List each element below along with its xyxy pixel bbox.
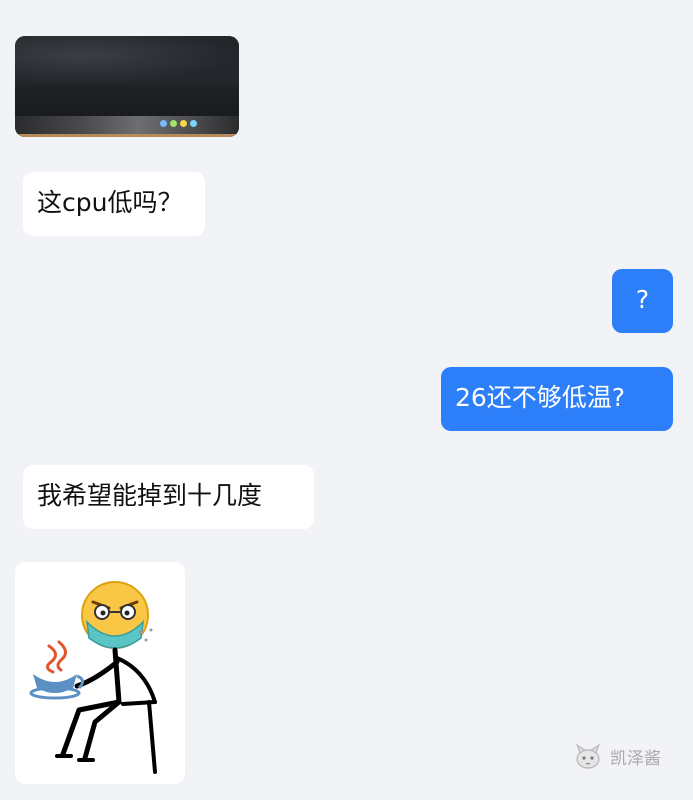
message-text: 这cpu低吗？	[37, 188, 183, 217]
message-text: 26还不够低温?	[455, 383, 626, 412]
meme-sticker-image	[29, 581, 157, 774]
taskbar-icons	[160, 120, 200, 128]
message-bubble-incoming[interactable]: 这cpu低吗？	[23, 172, 205, 236]
message-bubble-incoming[interactable]: 我希望能掉到十几度	[23, 465, 314, 529]
watermark: 凯泽酱	[572, 741, 661, 771]
message-text: ?	[635, 285, 650, 314]
message-bubble-outgoing[interactable]: ?	[612, 269, 673, 333]
message-sticker[interactable]	[15, 562, 185, 784]
chat-thread: 这cpu低吗？ ? 26还不够低温? 我希望能掉到十几度 凯泽酱	[0, 0, 693, 800]
monitor-screen	[15, 36, 239, 84]
watermark-text: 凯泽酱	[610, 748, 661, 769]
taskbar-icon	[180, 120, 187, 127]
fox-avatar-icon	[576, 743, 600, 769]
message-bubble-outgoing[interactable]: 26还不够低温?	[441, 367, 673, 431]
taskbar-icon	[190, 120, 197, 127]
taskbar-icon	[160, 120, 167, 127]
monitor-bezel	[15, 134, 239, 137]
taskbar-icon	[170, 120, 177, 127]
message-text: 我希望能掉到十几度	[37, 481, 263, 510]
message-image-monitor-photo[interactable]	[15, 36, 239, 137]
monitor-taskbar	[15, 116, 239, 134]
